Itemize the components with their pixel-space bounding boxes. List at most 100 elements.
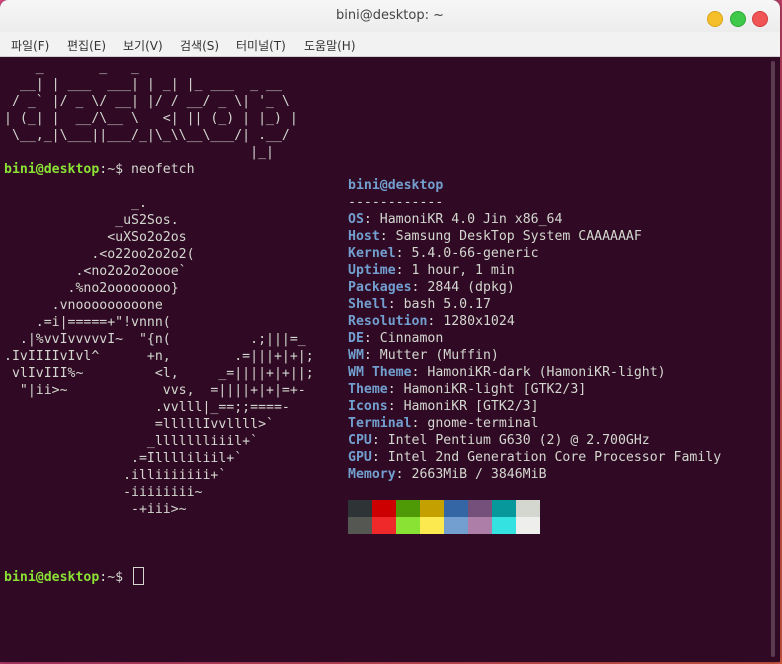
- info-label: WM Theme: [348, 365, 412, 380]
- palette-swatch-normal-3: [420, 500, 444, 517]
- info-label: GPU: [348, 450, 372, 465]
- info-row: Shell: bash 5.0.17: [348, 296, 721, 313]
- command-line: bini@desktop:~$ neofetch: [4, 161, 195, 178]
- info-separator: ------------: [348, 195, 444, 210]
- system-info: bini@desktop ------------ OS: HamoniKR 4…: [348, 177, 721, 483]
- info-label: Shell: [348, 297, 388, 312]
- info-colon: :: [395, 246, 412, 261]
- info-row: GPU: Intel 2nd Generation Core Processor…: [348, 449, 721, 466]
- palette-bright-row: [348, 517, 540, 534]
- input-prompt-line[interactable]: bini@desktop:~$: [4, 567, 145, 586]
- info-label: Terminal: [348, 416, 412, 431]
- palette-swatch-bright-3: [420, 517, 444, 534]
- info-colon: :: [387, 297, 404, 312]
- info-row: Terminal: gnome-terminal: [348, 415, 721, 432]
- menu-bar: 파일(F) 편집(E) 보기(V) 검색(S) 터미널(T) 도움말(H): [0, 32, 780, 57]
- info-row: Uptime: 1 hour, 1 min: [348, 262, 721, 279]
- info-colon: :: [411, 280, 428, 295]
- info-colon: :: [363, 212, 380, 227]
- info-row: Kernel: 5.4.0-66-generic: [348, 245, 721, 262]
- info-value: Intel 2nd Generation Core Processor Fami…: [387, 450, 722, 465]
- info-value: HamoniKR [GTK2/3]: [403, 399, 539, 414]
- palette-swatch-bright-2: [396, 517, 420, 534]
- palette-swatch-bright-7: [516, 517, 540, 534]
- close-icon[interactable]: [752, 11, 768, 27]
- menu-terminal[interactable]: 터미널(T): [236, 37, 286, 54]
- scrollbar-thumb[interactable]: [771, 61, 775, 657]
- minimize-icon[interactable]: [707, 11, 723, 27]
- info-colon: :: [363, 348, 380, 363]
- menu-search[interactable]: 검색(S): [180, 37, 219, 54]
- info-header: bini@desktop: [348, 177, 721, 194]
- scrollbar[interactable]: [766, 57, 780, 662]
- title-bar[interactable]: bini@desktop: ~: [0, 0, 780, 33]
- info-label: Theme: [348, 382, 388, 397]
- terminal-window[interactable]: bini@desktop: ~ 파일(F) 편집(E) 보기(V) 검색(S) …: [0, 0, 780, 662]
- info-colon: :: [363, 331, 380, 346]
- info-colon: :: [387, 382, 404, 397]
- info-row: WM: Mutter (Muffin): [348, 347, 721, 364]
- info-value: HamoniKR 4.0 Jin x86_64: [379, 212, 563, 227]
- info-label: DE: [348, 331, 364, 346]
- info-colon: :: [379, 229, 396, 244]
- info-row: Icons: HamoniKR [GTK2/3]: [348, 398, 721, 415]
- palette-swatch-bright-5: [468, 517, 492, 534]
- menu-edit[interactable]: 편집(E): [67, 37, 106, 54]
- menu-help[interactable]: 도움말(H): [304, 37, 356, 54]
- text-cursor: [133, 567, 145, 585]
- palette-swatch-bright-0: [348, 517, 372, 534]
- info-colon: :: [387, 399, 404, 414]
- palette-normal-row: [348, 500, 540, 517]
- info-label: Host: [348, 229, 380, 244]
- info-label: Memory: [348, 467, 396, 482]
- maximize-icon[interactable]: [730, 11, 746, 27]
- info-colon: :: [427, 314, 444, 329]
- info-colon: :: [411, 365, 428, 380]
- info-value: HamoniKR-light [GTK2/3]: [403, 382, 587, 397]
- info-row: WM Theme: HamoniKR-dark (HamoniKR-light): [348, 364, 721, 381]
- prompt-path: :~$: [99, 162, 132, 177]
- prompt-user-host: bini@desktop: [4, 570, 100, 585]
- info-row: Host: Samsung DeskTop System CAAAAAAF: [348, 228, 721, 245]
- info-value: 1280x1024: [443, 314, 515, 329]
- info-colon: :: [411, 416, 428, 431]
- distro-logo-art: _. _uS2Sos. <uXSo2o2os .<o22oo2o2o2( .<n…: [4, 196, 314, 517]
- info-user-host: bini@desktop: [348, 178, 444, 193]
- palette-swatch-bright-6: [492, 517, 516, 534]
- info-value: 5.4.0-66-generic: [411, 246, 539, 261]
- info-value: Samsung DeskTop System CAAAAAAF: [395, 229, 642, 244]
- info-label: OS: [348, 212, 364, 227]
- info-label: Icons: [348, 399, 388, 414]
- menu-file[interactable]: 파일(F): [11, 37, 49, 54]
- info-row: Memory: 2663MiB / 3846MiB: [348, 466, 721, 483]
- terminal-area[interactable]: _ _ _ __| | ___ ___| | _| |_ ___ _ __ / …: [0, 57, 766, 662]
- info-label: WM: [348, 348, 364, 363]
- palette-swatch-normal-6: [492, 500, 516, 517]
- prompt-path: :~$: [99, 570, 132, 585]
- info-row: Packages: 2844 (dpkg): [348, 279, 721, 296]
- palette-swatch-bright-4: [444, 517, 468, 534]
- info-colon: :: [395, 467, 412, 482]
- menu-view[interactable]: 보기(V): [123, 37, 163, 54]
- ascii-banner: _ _ _ __| | ___ ___| | _| |_ ___ _ __ / …: [4, 60, 298, 160]
- info-colon: :: [395, 263, 412, 278]
- info-value: gnome-terminal: [427, 416, 539, 431]
- palette-swatch-normal-7: [516, 500, 540, 517]
- palette-swatch-normal-1: [372, 500, 396, 517]
- palette-swatch-normal-4: [444, 500, 468, 517]
- info-label: CPU: [348, 433, 372, 448]
- info-value: bash 5.0.17: [403, 297, 491, 312]
- info-label: Uptime: [348, 263, 396, 278]
- window-title: bini@desktop: ~: [336, 8, 444, 23]
- info-value: Mutter (Muffin): [379, 348, 499, 363]
- info-label: Packages: [348, 280, 412, 295]
- info-value: 2844 (dpkg): [427, 280, 515, 295]
- info-row: Theme: HamoniKR-light [GTK2/3]: [348, 381, 721, 398]
- info-value: Intel Pentium G630 (2) @ 2.700GHz: [387, 433, 650, 448]
- info-colon: :: [371, 450, 388, 465]
- info-value: 1 hour, 1 min: [411, 263, 515, 278]
- info-value: Cinnamon: [379, 331, 444, 346]
- info-row: CPU: Intel Pentium G630 (2) @ 2.700GHz: [348, 432, 721, 449]
- info-row: DE: Cinnamon: [348, 330, 721, 347]
- info-label: Kernel: [348, 246, 396, 261]
